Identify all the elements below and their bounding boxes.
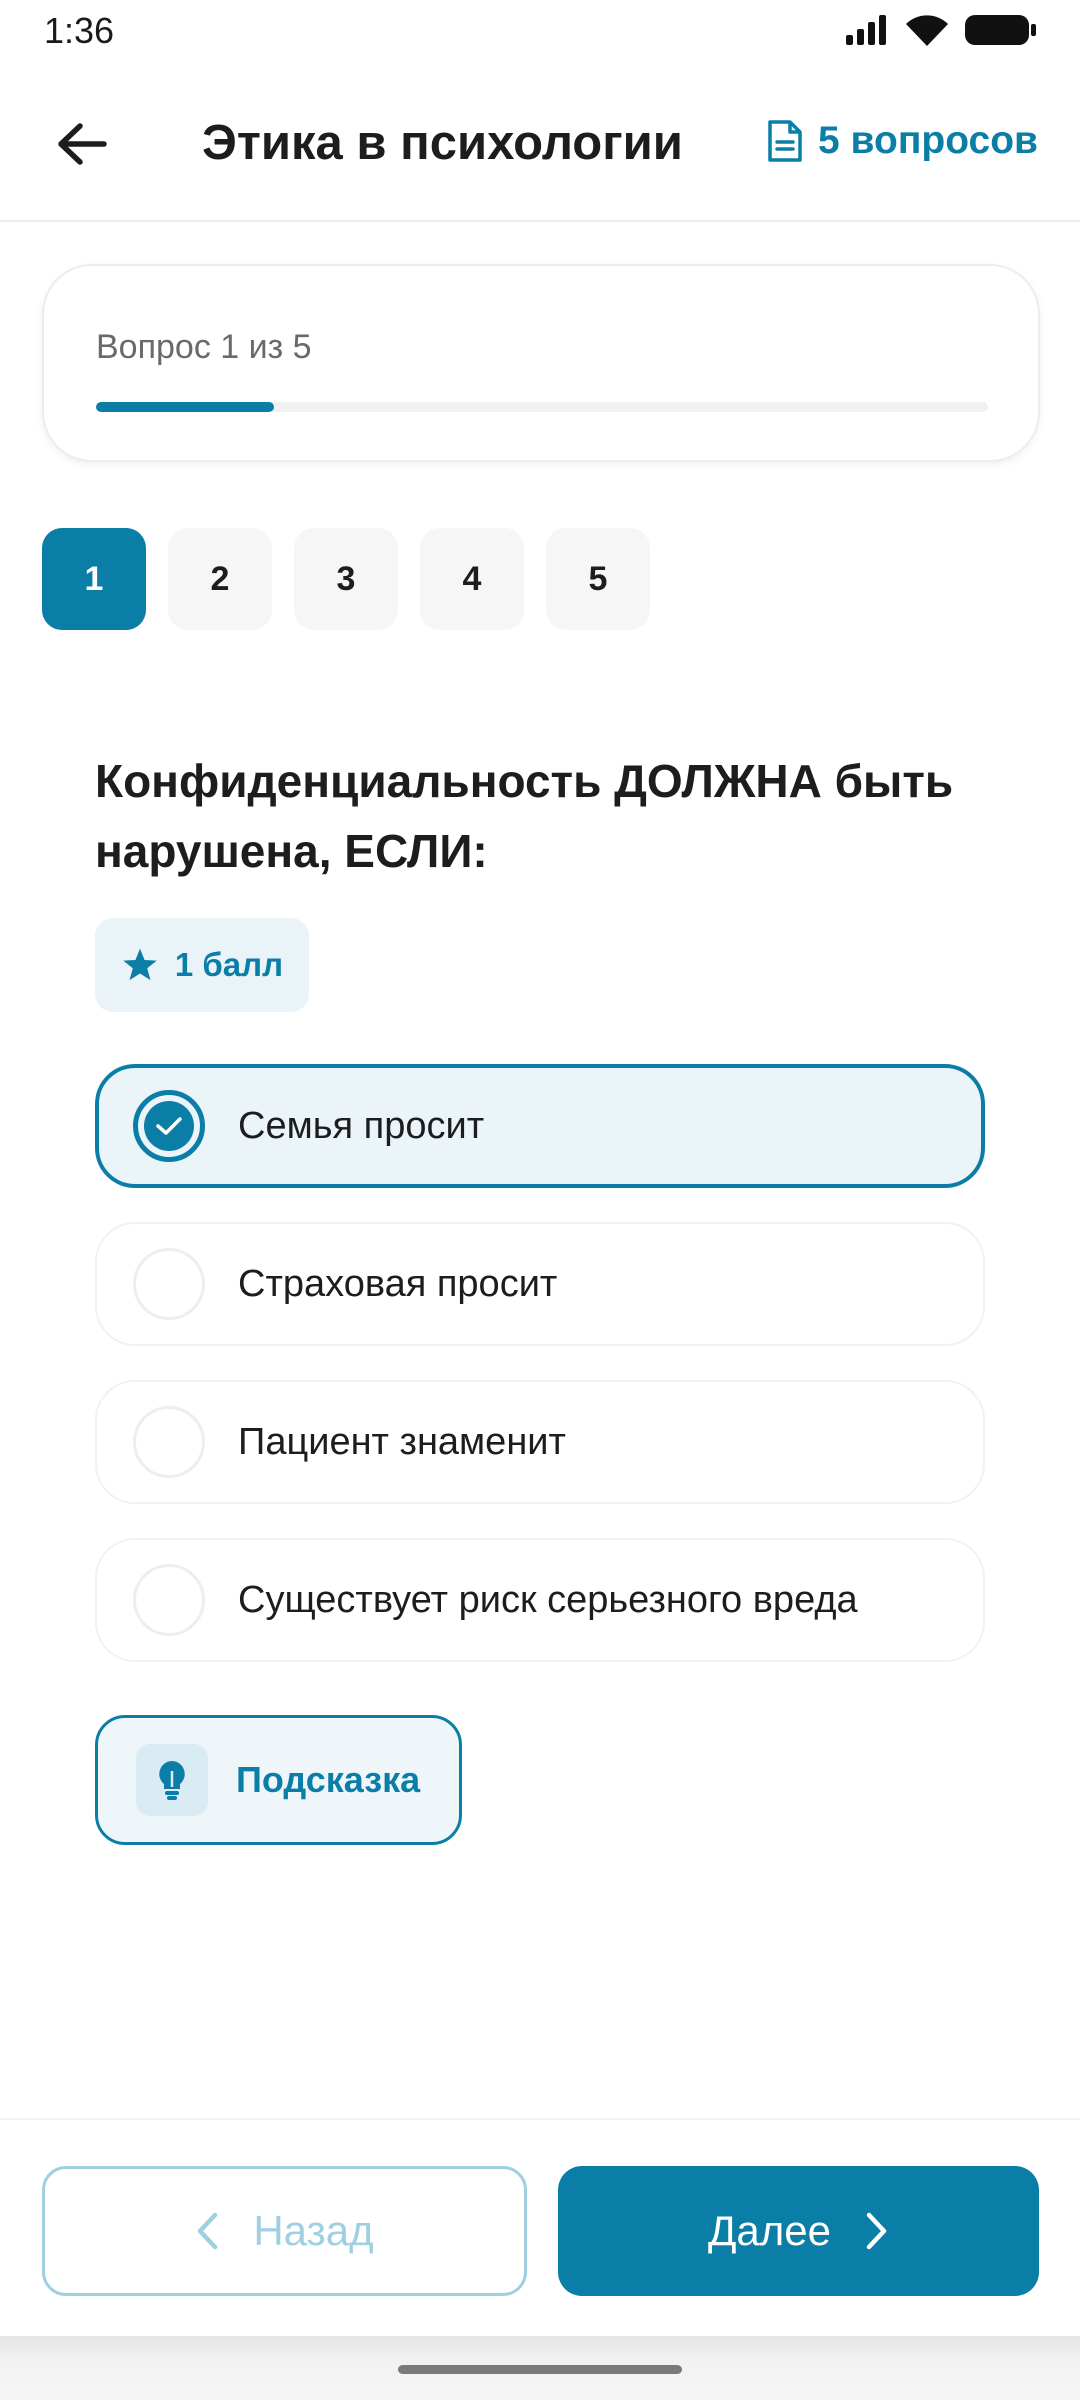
radio-unchecked	[133, 1406, 205, 1478]
progress-bar-fill	[96, 402, 275, 412]
star-icon	[123, 948, 157, 981]
question-nav-item-1[interactable]: 1	[42, 528, 146, 630]
points-label: 1 балл	[174, 946, 284, 983]
next-label: Далее	[707, 2207, 832, 2254]
hint-button[interactable]: Подсказка	[95, 1715, 462, 1845]
bottom-bar: Назад Далее	[0, 2118, 1080, 2336]
chevron-right-icon	[866, 2212, 887, 2250]
progress-bar	[96, 402, 988, 412]
question-nav-item-2[interactable]: 2	[168, 528, 272, 630]
radio-unchecked	[133, 1248, 205, 1320]
hint-label: Подсказка	[236, 1759, 421, 1800]
answer-option-4[interactable]: Существует риск серьезного вреда	[95, 1538, 985, 1662]
question-nav: 1 2 3 4 5	[42, 528, 650, 630]
answer-label: Существует риск серьезного вреда	[238, 1578, 858, 1621]
answer-label: Пациент знаменит	[238, 1420, 566, 1463]
progress-label: Вопрос 1 из 5	[96, 328, 312, 366]
home-indicator[interactable]	[398, 2365, 682, 2374]
status-icons	[844, 12, 1038, 48]
signal-icon	[846, 15, 886, 45]
next-button[interactable]: Далее	[558, 2166, 1039, 2296]
lightbulb-icon	[159, 1761, 185, 1800]
hint-icon-box	[136, 1744, 208, 1816]
points-badge: 1 балл	[95, 918, 309, 1012]
app-bar: Этика в психологии 5 вопросов	[0, 62, 1080, 222]
battery-icon	[965, 15, 1036, 45]
questions-count: 5 вопросов	[766, 118, 1038, 164]
answer-option-2[interactable]: Страховая просит	[95, 1222, 985, 1346]
question-nav-item-3[interactable]: 3	[294, 528, 398, 630]
arrow-left-icon	[58, 123, 107, 165]
questions-count-label: 5 вопросов	[818, 119, 1038, 162]
question-nav-item-5[interactable]: 5	[546, 528, 650, 630]
question-nav-item-4[interactable]: 4	[420, 528, 524, 630]
radio-checked	[133, 1090, 205, 1162]
answer-option-3[interactable]: Пациент знаменит	[95, 1380, 985, 1504]
status-bar: 1:36	[0, 0, 1080, 62]
question-text: Конфиденциальность ДОЛЖНА быть нарушена,…	[95, 755, 954, 877]
back-button[interactable]	[50, 114, 114, 174]
checkmark-icon	[156, 1117, 182, 1135]
page-title: Этика в психологии	[202, 116, 683, 170]
radio-unchecked	[133, 1564, 205, 1636]
back-nav-label: Назад	[253, 2207, 374, 2254]
answer-label: Страховая просит	[238, 1262, 558, 1305]
status-time: 1:36	[44, 10, 115, 51]
wifi-icon	[906, 15, 948, 47]
back-nav-button[interactable]: Назад	[42, 2166, 527, 2296]
progress-card: Вопрос 1 из 5	[42, 264, 1040, 462]
answer-label: Семья просит	[238, 1104, 485, 1147]
answer-option-1[interactable]: Семья просит	[95, 1064, 985, 1188]
chevron-left-icon	[198, 2212, 218, 2250]
document-icon	[768, 120, 802, 162]
